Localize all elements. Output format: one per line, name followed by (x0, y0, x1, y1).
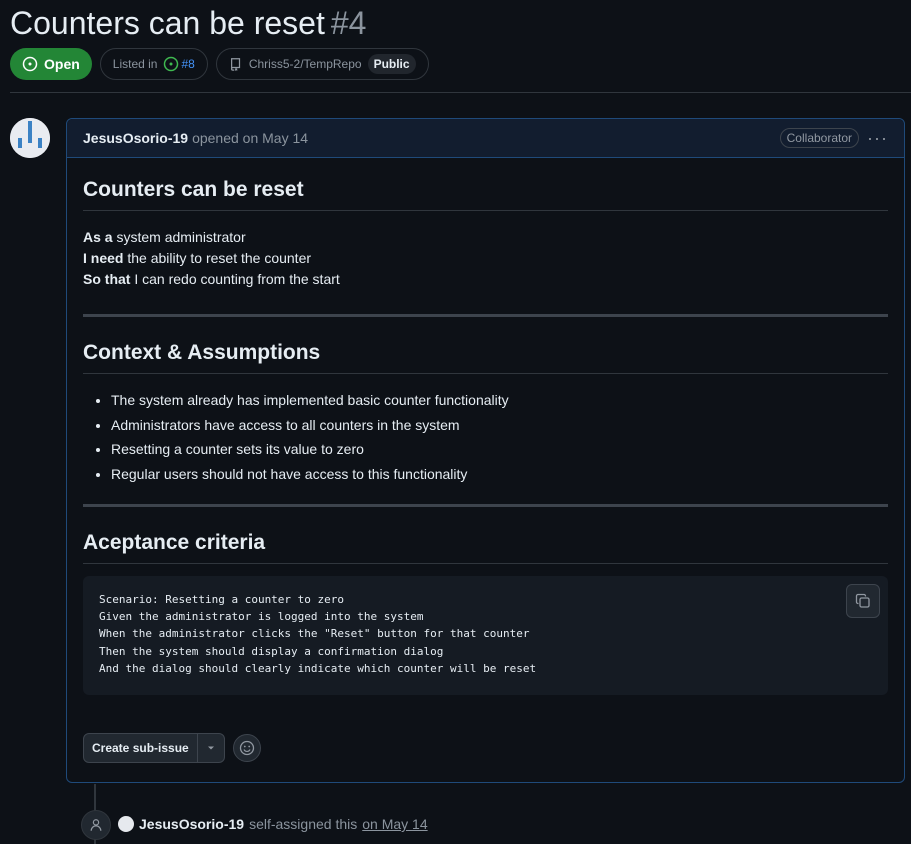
code-line: Then the system should display a confirm… (99, 644, 444, 658)
create-subissue-button[interactable]: Create sub-issue (84, 734, 197, 762)
issue-number: #4 (330, 5, 367, 41)
repo-pill[interactable]: Chriss5-2/TempRepo Public (215, 48, 429, 80)
role-badge: Collaborator (779, 128, 860, 148)
state-label: Open (44, 56, 80, 72)
timeline-date[interactable]: on May 14 (362, 816, 427, 832)
listed-in-link[interactable]: #8 (181, 57, 194, 71)
create-subissue-dropdown[interactable] (196, 733, 224, 762)
comment-author[interactable]: JesusOsorio-19 (83, 130, 188, 146)
listed-in-pill[interactable]: Listed in #8 (99, 48, 208, 80)
smiley-icon (239, 740, 254, 755)
person-icon (90, 819, 102, 831)
code-line: Scenario: Resetting a counter to zero (99, 592, 345, 606)
avatar-image (10, 118, 50, 158)
heading-title: Counters can be reset (83, 178, 888, 211)
list-item: The system already has implemented basic… (111, 390, 888, 410)
issue-body-comment: JesusOsorio-19 opened on May 14 Collabor… (66, 118, 905, 783)
comment-header: JesusOsorio-19 opened on May 14 Collabor… (67, 119, 904, 158)
kebab-icon[interactable]: ··· (867, 128, 888, 149)
state-badge: Open (10, 48, 92, 80)
issue-meta: Open Listed in #8 Chriss5-2/TempRepo Pub… (10, 48, 429, 80)
list-item: Resetting a counter sets its value to ze… (111, 439, 888, 459)
list-item: Regular users should not have access to … (111, 464, 888, 484)
add-reaction-button[interactable] (232, 733, 261, 762)
copy-button[interactable] (846, 583, 880, 618)
heading-acceptance: Aceptance criteria (83, 531, 888, 564)
issue-title-text: Counters can be reset (10, 5, 325, 41)
avatar[interactable] (118, 816, 134, 832)
chevron-down-icon (207, 746, 214, 749)
copy-icon (855, 593, 870, 608)
header-divider (10, 92, 911, 93)
assumptions-list: The system already has implemented basic… (83, 390, 888, 484)
story-line: As a system administrator (83, 229, 246, 245)
visibility-badge: Public (367, 54, 416, 74)
avatar[interactable] (10, 118, 50, 158)
story-line: So that I can redo counting from the sta… (83, 271, 340, 287)
listed-in-label: Listed in (112, 57, 158, 71)
comment-actions: Create sub-issue (83, 732, 888, 763)
code-line: When the administrator clicks the "Reset… (99, 627, 530, 641)
heading-context: Context & Assumptions (83, 341, 888, 374)
code-line: Given the administrator is logged into t… (99, 609, 424, 623)
comment-action: opened on May 14 (192, 130, 309, 146)
issue-title: Counters can be reset #4 (10, 2, 366, 44)
timeline-badge (81, 810, 111, 840)
issue-open-icon (22, 56, 38, 72)
list-item: Administrators have access to all counte… (111, 415, 888, 435)
repo-name: Chriss5-2/TempRepo (248, 57, 362, 71)
story-line: I need the ability to reset the counter (83, 250, 312, 266)
timeline-event: JesusOsorio-19 self-assigned this on May… (118, 816, 428, 832)
user-story: As a system administrator I need the abi… (83, 227, 888, 290)
repo-icon (230, 58, 240, 71)
comment-body: Counters can be reset As a system admini… (67, 178, 904, 763)
section-divider (83, 314, 888, 317)
code-block: Scenario: Resetting a counter to zero Giv… (83, 575, 888, 695)
issue-open-icon (164, 56, 179, 72)
section-divider (83, 503, 888, 507)
code-line: And the dialog should clearly indicate w… (99, 662, 537, 676)
timeline-author[interactable]: JesusOsorio-19 (139, 816, 244, 832)
create-subissue-split-button: Create sub-issue (83, 732, 225, 763)
timeline-text: self-assigned this (249, 816, 358, 832)
